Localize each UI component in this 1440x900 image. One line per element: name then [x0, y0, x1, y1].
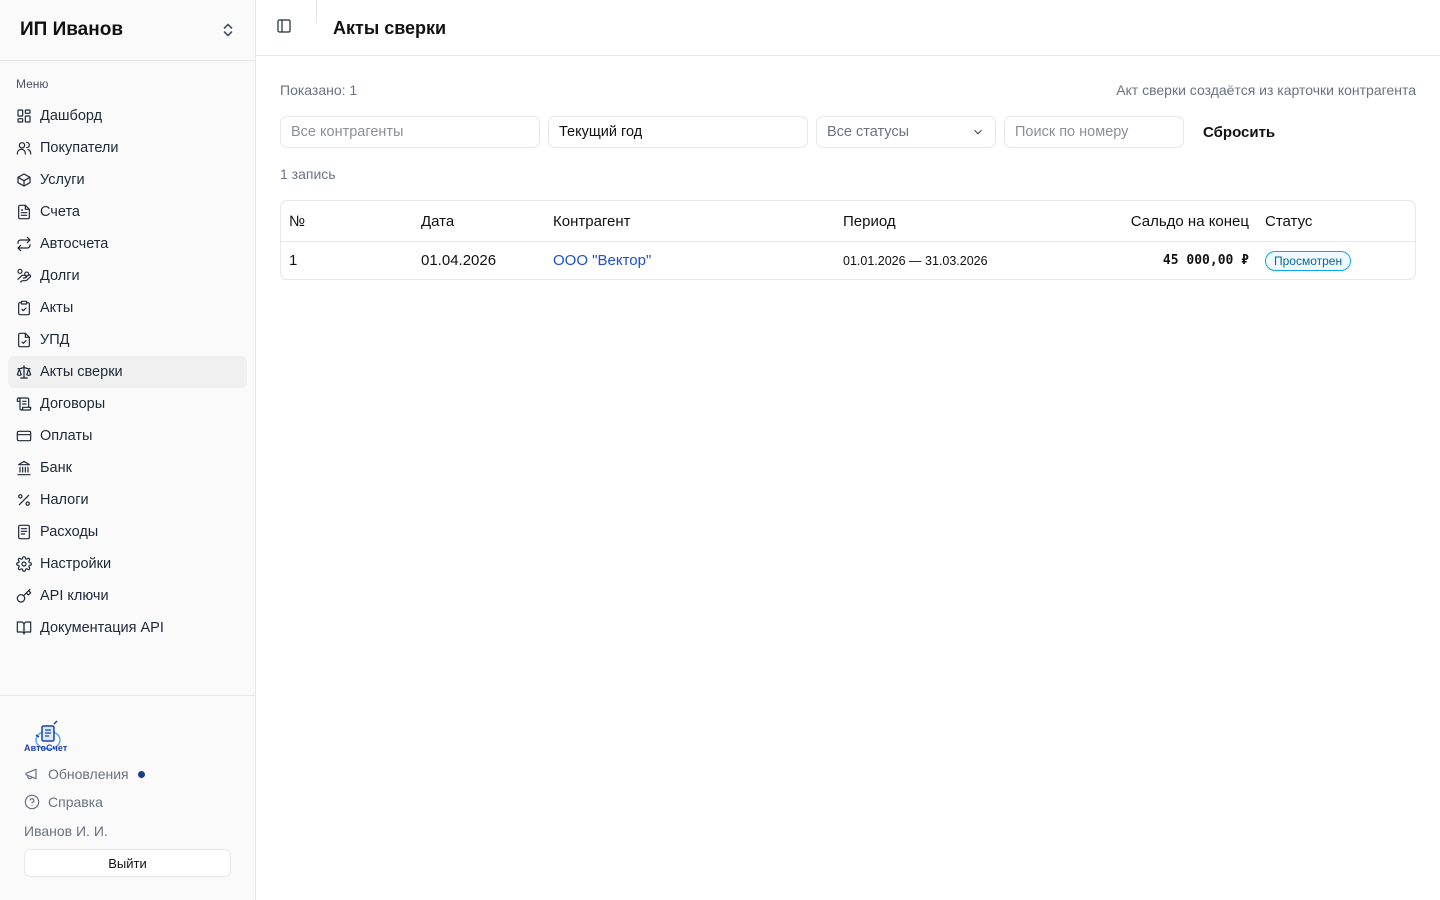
chevron-down-icon [974, 129, 982, 135]
hand-coins-icon [16, 268, 32, 284]
sidebar-item-reconciliation[interactable]: Акты сверки [8, 356, 247, 388]
period-filter-input[interactable]: Текущий год [548, 116, 808, 148]
row-balance: 45 000,00 ₽ [1162, 253, 1249, 268]
updates-label: Обновления [48, 766, 129, 782]
header-divider [316, 0, 317, 23]
key-icon [16, 588, 32, 604]
sidebar-item-label: Счета [40, 204, 80, 220]
sidebar-footer: АвтоСчет Обновления Справка Иванов И. И.… [0, 695, 255, 900]
row-number: 1 [289, 252, 298, 269]
sidebar-nav: Дашборд Покупатели Услуги Счета Автосчет… [8, 100, 247, 644]
sidebar-item-label: Автосчета [40, 236, 109, 252]
sidebar-item-label: Дашборд [40, 108, 103, 124]
status-badge: Просмотрен [1265, 250, 1352, 271]
reconciliation-table: № Дата Контрагент Период Сальдо на конец… [280, 200, 1416, 280]
row-period: 01.01.2026 — 31.03.2026 [843, 253, 988, 268]
gear-icon [16, 556, 32, 572]
counterparty-filter-input[interactable] [280, 116, 540, 148]
column-header-date[interactable]: Дата [421, 201, 454, 241]
book-icon [16, 620, 32, 636]
column-header-balance[interactable]: Сальдо на конец [1131, 201, 1249, 241]
hint-text: Акт сверки создаётся из карточки контраг… [1116, 82, 1416, 98]
record-count: 1 запись [280, 166, 336, 182]
credit-card-icon [16, 428, 32, 444]
row-status-cell: Просмотрен [1265, 242, 1352, 279]
sidebar-item-label: Налоги [40, 492, 89, 508]
sidebar-item-debts[interactable]: Долги [8, 260, 247, 292]
file-check-icon [16, 332, 32, 348]
help-circle-icon [24, 794, 40, 810]
number-search-input[interactable] [1004, 116, 1184, 148]
sidebar-item-auto-invoices[interactable]: Автосчета [8, 228, 247, 260]
panel-left-icon [277, 19, 291, 33]
sidebar-item-label: Настройки [40, 556, 112, 572]
sidebar-item-label: Оплаты [40, 428, 93, 444]
sidebar-item-label: Договоры [40, 396, 106, 412]
sidebar-item-label: Акты [40, 300, 74, 316]
sidebar-item-invoices[interactable]: Счета [8, 196, 247, 228]
page-title: Акты сверки [333, 18, 447, 38]
logo-text: АвтоСчет [24, 743, 68, 753]
row-date: 01.04.2026 [421, 252, 497, 269]
shown-count: Показано: 1 [280, 82, 358, 98]
sidebar-item-taxes[interactable]: Налоги [8, 484, 247, 516]
bank-icon [16, 460, 32, 476]
status-filter-value: Все статусы [827, 124, 910, 140]
scale-icon [16, 364, 32, 380]
help-link[interactable]: Справка [24, 794, 103, 810]
sidebar-item-upd[interactable]: УПД [8, 324, 247, 356]
help-label: Справка [48, 794, 103, 810]
sidebar: ИП Иванов Меню Дашборд Покупатели Услуги… [0, 0, 256, 900]
sidebar-item-api-docs[interactable]: Документация API [8, 612, 247, 644]
repeat-icon [16, 236, 32, 252]
logout-button[interactable]: Выйти [24, 849, 231, 877]
chevrons-up-down-icon [223, 23, 233, 37]
user-name: Иванов И. И. [24, 823, 108, 839]
sidebar-toggle-button[interactable] [276, 18, 296, 38]
users-icon [16, 140, 32, 156]
sidebar-item-customers[interactable]: Покупатели [8, 132, 247, 164]
menu-caption: Меню [16, 77, 49, 91]
scroll-icon [16, 396, 32, 412]
sidebar-item-label: Банк [40, 460, 72, 476]
file-text-icon [16, 204, 32, 220]
status-filter-select[interactable]: Все статусы [816, 116, 996, 148]
table-header: № Дата Контрагент Период Сальдо на конец… [281, 201, 1415, 242]
sidebar-item-label: УПД [40, 332, 70, 348]
column-header-counterparty[interactable]: Контрагент [553, 201, 631, 241]
notification-dot [137, 770, 145, 778]
box-icon [16, 172, 32, 188]
sidebar-item-expenses[interactable]: Расходы [8, 516, 247, 548]
table-row[interactable]: 1 01.04.2026 ООО "Вектор" 01.01.2026 — 3… [281, 242, 1415, 279]
updates-link[interactable]: Обновления [24, 766, 145, 782]
org-switcher[interactable]: ИП Иванов [0, 0, 255, 61]
percent-icon [16, 492, 32, 508]
sidebar-item-label: Документация API [40, 620, 164, 636]
sidebar-item-payments[interactable]: Оплаты [8, 420, 247, 452]
sidebar-item-settings[interactable]: Настройки [8, 548, 247, 580]
sidebar-item-dashboard[interactable]: Дашборд [8, 100, 247, 132]
org-name: ИП Иванов [20, 19, 124, 40]
megaphone-icon [25, 768, 37, 780]
sidebar-item-acts[interactable]: Акты [8, 292, 247, 324]
sidebar-item-label: Расходы [40, 524, 99, 540]
sidebar-item-services[interactable]: Услуги [8, 164, 247, 196]
counterparty-link[interactable]: ООО "Вектор" [553, 242, 651, 279]
sidebar-item-label: API ключи [40, 588, 109, 604]
dashboard-icon [16, 108, 32, 124]
topbar: Акты сверки [256, 0, 1440, 56]
column-header-number[interactable]: № [289, 201, 305, 241]
column-header-period[interactable]: Период [843, 201, 896, 241]
clipboard-check-icon [16, 300, 32, 316]
sidebar-item-api-keys[interactable]: API ключи [8, 580, 247, 612]
column-header-status[interactable]: Статус [1265, 201, 1312, 241]
sidebar-item-label: Акты сверки [40, 364, 123, 380]
sidebar-item-label: Покупатели [40, 140, 119, 156]
reset-filters-button[interactable]: Сбросить [1192, 116, 1286, 148]
sidebar-item-bank[interactable]: Банк [8, 452, 247, 484]
sidebar-item-contracts[interactable]: Договоры [8, 388, 247, 420]
sidebar-item-label: Услуги [40, 172, 85, 188]
sidebar-item-label: Долги [40, 268, 80, 284]
receipt-icon [16, 524, 32, 540]
